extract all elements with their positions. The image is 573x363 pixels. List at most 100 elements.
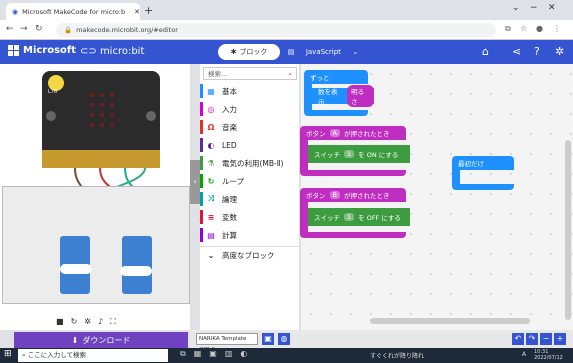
- profile-icon[interactable]: ●: [536, 24, 543, 33]
- switch-label: スイッチ: [314, 151, 340, 159]
- category-math[interactable]: ▤ 計算: [200, 226, 300, 244]
- servo-motor-2: [122, 236, 152, 294]
- button-a-block-footer: [300, 170, 406, 176]
- extension-icon[interactable]: ⧉: [505, 24, 511, 34]
- horizontal-scrollbar[interactable]: [370, 318, 530, 324]
- fullscreen-icon[interactable]: ⛶: [110, 317, 123, 326]
- windows-logo-icon: [8, 45, 19, 56]
- forward-arrow-icon[interactable]: →: [20, 24, 28, 34]
- toolbox-search-input[interactable]: 検索... ⌕: [203, 67, 297, 80]
- show-number-block[interactable]: 数を表示 明るさ: [312, 85, 374, 107]
- project-name-input[interactable]: NARIKA Template (MB-II: [196, 333, 258, 353]
- reload-icon[interactable]: ↻: [35, 24, 43, 34]
- restore-button[interactable]: −: [530, 3, 538, 13]
- brightness-reporter[interactable]: 明るさ: [347, 85, 374, 107]
- switch-off-block[interactable]: スイッチ 1 を OFF にする: [308, 208, 410, 226]
- browser-tab[interactable]: ◉ Microsoft MakeCode for micro:b ✕: [6, 3, 140, 20]
- on-start-block[interactable]: 最初だけ: [452, 156, 514, 170]
- shuffle-icon: ⤨: [207, 194, 215, 203]
- show-number-label: 数を表示: [318, 88, 338, 106]
- brand-text: Microsoft: [23, 45, 77, 56]
- vertical-scrollbar[interactable]: [565, 140, 571, 320]
- save-icon[interactable]: ▣: [262, 333, 274, 345]
- off-label: を OFF にする: [358, 214, 401, 222]
- led: [90, 123, 94, 127]
- download-button[interactable]: ⬇ ダウンロード: [14, 332, 188, 348]
- blocks-tab[interactable]: ✱ ブロック: [218, 44, 280, 60]
- category-led[interactable]: ◐ LED: [200, 136, 300, 154]
- windows-start-icon[interactable]: ⊞: [4, 349, 12, 359]
- help-icon[interactable]: ?: [534, 45, 540, 58]
- close-tab-icon[interactable]: ✕: [134, 8, 140, 16]
- redo-icon[interactable]: ↷: [526, 333, 538, 345]
- url-field[interactable]: 🔒 makecode.microbit.org/#editor: [56, 23, 496, 37]
- back-arrow-icon[interactable]: ←: [6, 24, 14, 34]
- chevron-down-icon: ⌄: [207, 251, 215, 260]
- mute-icon[interactable]: ♪: [98, 317, 110, 326]
- category-label: LED: [222, 140, 237, 150]
- category-variables[interactable]: ≡ 変数: [200, 208, 300, 226]
- chevron-down-icon: ⌄: [352, 48, 359, 56]
- servo-horn-1: [60, 264, 92, 274]
- zoom-in-icon[interactable]: +: [554, 333, 566, 345]
- on-start-label: 最初だけ: [458, 160, 484, 168]
- led: [90, 103, 94, 107]
- collapse-simulator-button[interactable]: ‹: [190, 160, 200, 204]
- undo-icon[interactable]: ↶: [512, 333, 524, 345]
- button-a-icon[interactable]: [46, 111, 56, 121]
- category-basic[interactable]: ▦ 基本: [200, 82, 300, 100]
- forever-block-arm: [304, 84, 312, 110]
- clock-date: 2022/07/12: [534, 355, 563, 361]
- new-tab-button[interactable]: +: [144, 4, 153, 17]
- category-advanced[interactable]: ⌄ 高度なブロック: [200, 246, 300, 264]
- category-logic[interactable]: ⤨ 論理: [200, 190, 300, 208]
- microbit-logo[interactable]: ⊂⊃ micro:bit: [80, 46, 144, 57]
- button-a-dropdown[interactable]: A: [329, 129, 340, 137]
- minimize-button[interactable]: ⌄: [512, 3, 520, 13]
- slowmo-icon[interactable]: ✲: [84, 317, 98, 326]
- blocks-label: ブロック: [239, 48, 268, 56]
- ime-indicator[interactable]: A: [522, 351, 526, 358]
- category-electricity[interactable]: ⚗ 電気の利用(MB-Ⅱ): [200, 154, 300, 172]
- taskbar-clock[interactable]: 10:31 2022/07/12: [534, 349, 563, 361]
- search-icon: ⌕: [288, 70, 292, 78]
- edge-connector-pins: [42, 150, 160, 168]
- category-input[interactable]: ◎ 入力: [200, 100, 300, 118]
- restart-icon[interactable]: ↻: [71, 317, 85, 326]
- stop-icon[interactable]: ■: [56, 317, 71, 326]
- forever-block[interactable]: ずっと: [304, 70, 368, 84]
- category-label: 入力: [222, 104, 237, 114]
- loop-icon: ↻: [207, 176, 215, 186]
- url-text: makecode.microbit.org/#editor: [76, 26, 178, 34]
- settings-gear-icon[interactable]: ✲: [555, 45, 564, 58]
- taskbar-app-icons[interactable]: ⧉▦▣▥◐: [180, 349, 255, 359]
- github-icon[interactable]: ◍: [278, 333, 290, 345]
- led: [100, 113, 104, 117]
- category-music[interactable]: Ω 音楽: [200, 118, 300, 136]
- switch-number-dropdown[interactable]: 1: [344, 213, 355, 221]
- on-start-block-arm: [452, 170, 460, 184]
- download-icon: ⬇: [71, 335, 79, 345]
- category-label: 変数: [222, 212, 237, 222]
- on-button-b-block[interactable]: ボタン B が押されたとき: [300, 188, 406, 202]
- bookmark-star-icon[interactable]: ☆: [520, 24, 527, 33]
- pressed-label: が押されたとき: [343, 130, 390, 138]
- javascript-tab[interactable]: ▤ JavaScript ⌄: [282, 44, 364, 60]
- taskbar-search-placeholder: ここに入力して検索: [27, 351, 87, 359]
- led: [110, 103, 114, 107]
- on-button-a-block[interactable]: ボタン A が押されたとき: [300, 126, 406, 140]
- close-window-button[interactable]: ✕: [548, 3, 556, 13]
- button-b-dropdown[interactable]: B: [329, 191, 340, 199]
- button-b-icon[interactable]: [146, 111, 156, 121]
- share-icon[interactable]: ⋖: [512, 45, 521, 58]
- home-icon[interactable]: ⌂: [482, 45, 489, 58]
- switch-number-dropdown[interactable]: 1: [344, 150, 355, 158]
- breadboard: [2, 186, 190, 304]
- category-loops[interactable]: ↻ ループ: [200, 172, 300, 190]
- switch-on-block[interactable]: スイッチ 1 を ON にする: [308, 145, 410, 163]
- grid-icon: ▦: [207, 86, 215, 96]
- taskbar-search-box[interactable]: ⌕ ここに入力して検索: [18, 349, 168, 362]
- zoom-out-icon[interactable]: −: [540, 333, 552, 345]
- led: [100, 123, 104, 127]
- menu-dots-icon[interactable]: ⋮: [553, 24, 561, 33]
